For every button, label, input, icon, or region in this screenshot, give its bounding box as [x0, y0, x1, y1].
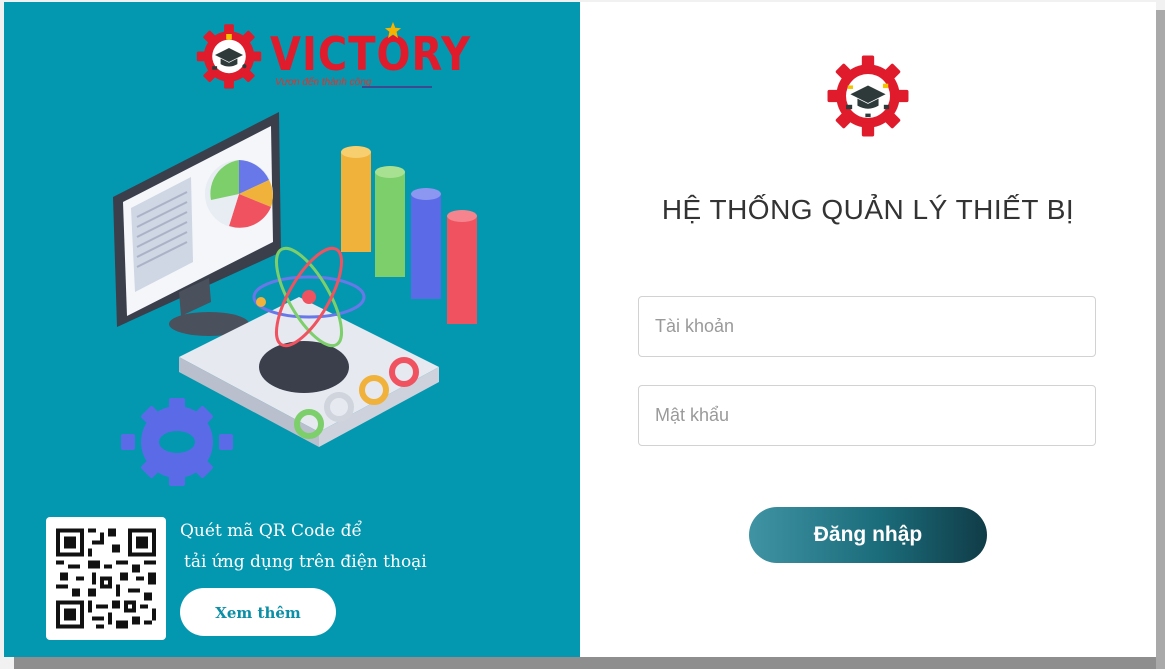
login-panel: HỆ THỐNG QUẢN LÝ THIẾT BỊ Đăng nhập: [580, 2, 1156, 657]
qr-code-icon: [56, 528, 156, 629]
qr-caption-line2: tải ứng dụng trên điện thoại: [184, 552, 427, 572]
login-card: VICTORY Vươn đến thành công Quét mã QR C…: [4, 2, 1156, 657]
password-input[interactable]: [638, 385, 1096, 446]
brand-gear-logo-icon: [196, 24, 262, 89]
star-icon: [384, 21, 402, 39]
see-more-button[interactable]: Xem thêm: [180, 588, 336, 636]
brand-tagline: Vươn đến thành công: [275, 77, 372, 88]
app-logo-icon: [827, 55, 909, 137]
brand-underline: [362, 86, 432, 88]
hero-illustration: [113, 112, 477, 486]
qr-caption-line1: Quét mã QR Code để: [180, 521, 362, 541]
qr-code-image: [46, 517, 166, 640]
brand-name: VICTORY: [270, 28, 472, 82]
page-title: HỆ THỐNG QUẢN LÝ THIẾT BỊ: [661, 194, 1075, 225]
card-shadow-right: [1156, 10, 1165, 669]
promo-panel: VICTORY Vươn đến thành công Quét mã QR C…: [4, 2, 580, 657]
card-shadow-bottom: [14, 656, 1165, 669]
login-button[interactable]: Đăng nhập: [749, 507, 987, 563]
username-input[interactable]: [638, 296, 1096, 357]
